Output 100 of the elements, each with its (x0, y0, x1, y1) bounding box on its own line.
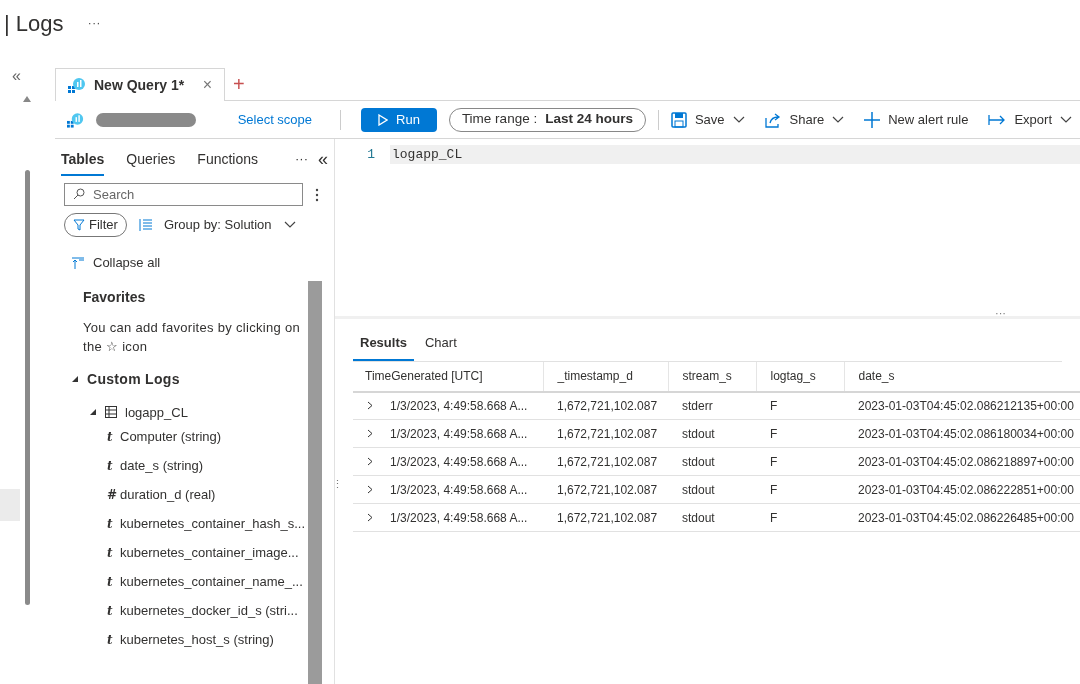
toolbar-button-label: Save (694, 110, 725, 129)
table-cell: 2023-01-03T04:45:02.086222851+00:00 (858, 482, 1074, 497)
table-cell: stdout (682, 426, 715, 441)
panel-tab[interactable]: Queries (126, 142, 176, 176)
table-cell: stdout (682, 510, 715, 525)
plus-icon (864, 111, 881, 128)
table-cell: 1,672,721,102.087 (557, 454, 658, 469)
more-button[interactable]: ··· (87, 13, 101, 33)
toolbar-button[interactable]: Save (670, 109, 745, 130)
save-icon (670, 111, 687, 128)
chevron-down-icon (283, 221, 296, 229)
column-name[interactable]: kubernetes_host_s (string) (120, 629, 274, 650)
toolbar-button[interactable]: Export (988, 109, 1072, 130)
search-icon (73, 188, 85, 200)
new-tab-button[interactable]: + (233, 74, 245, 94)
column-name[interactable]: kubernetes_container_image... (120, 542, 299, 563)
column-header[interactable]: date_s (844, 361, 1080, 392)
toolbar-button[interactable]: Share (764, 109, 845, 130)
column-header[interactable]: _timestamp_d (543, 361, 668, 392)
arrow-right-icon (988, 113, 1007, 126)
column-header[interactable]: logtag_s (756, 361, 844, 392)
more-button[interactable]: ··· (295, 149, 308, 169)
scrollbar-thumb[interactable] (24, 170, 30, 605)
toolbar-button-label: New alert rule (888, 110, 969, 129)
page-title: | Logs (4, 9, 64, 38)
scroll-up-icon[interactable] (23, 96, 31, 102)
table-cell: F (770, 398, 778, 413)
group-by-dropdown[interactable]: Group by: Solution (138, 215, 296, 235)
table-cell: 1,672,721,102.087 (557, 398, 658, 413)
splitter-handle[interactable]: ··· (995, 305, 1006, 322)
table-cell: 2023-01-03T04:45:02.086180034+00:00 (858, 426, 1074, 441)
panel-scrollbar[interactable] (308, 280, 322, 684)
logs-icon (68, 77, 86, 93)
type-icon: t (107, 630, 114, 649)
toolbar-button-label: Share (789, 110, 825, 129)
chevron-down-icon (732, 115, 745, 124)
run-button[interactable]: Run (361, 107, 437, 132)
query-tab[interactable]: New Query 1* × (55, 68, 225, 101)
funnel-icon (73, 219, 85, 231)
table-cell: F (770, 482, 778, 497)
table-cell: stdout (682, 454, 715, 469)
vertical-more-icon[interactable] (315, 187, 319, 202)
section-title: Favorites (83, 287, 147, 307)
table-cell: F (770, 426, 778, 441)
play-icon (378, 113, 388, 126)
column-name[interactable]: duration_d (real) (120, 484, 216, 505)
table-cell: 1,672,721,102.087 (557, 510, 658, 525)
column-header[interactable]: stream_s (668, 361, 756, 392)
table-icon (105, 406, 117, 419)
collapse-panel-button[interactable]: « (318, 145, 328, 173)
table-name[interactable]: logapp_CL (125, 402, 188, 422)
type-icon: t (107, 601, 114, 620)
type-icon: t (107, 514, 114, 533)
type-icon: t (107, 456, 114, 475)
pane-resize-handle[interactable]: ⋮ (332, 482, 336, 486)
table-cell-text: 1/3/2023, 4:49:58.668 A... (390, 397, 528, 415)
table-cell: 1,672,721,102.087 (557, 482, 658, 497)
expand-row-icon[interactable] (367, 457, 373, 466)
table-cell-text: 1/3/2023, 4:49:58.668 A... (390, 509, 528, 527)
tab-title: New Query 1* (94, 75, 185, 95)
list-icon (138, 219, 152, 231)
panel-tab[interactable]: Functions (197, 142, 259, 176)
select-scope-link[interactable]: Select scope (237, 109, 313, 130)
panel-tab[interactable]: Tables (61, 142, 105, 176)
expand-row-icon[interactable] (367, 401, 373, 411)
table-cell: 2023-01-03T04:45:02.086218897+00:00 (858, 454, 1074, 469)
table-cell: 2023-01-03T04:45:02.086226485+00:00 (858, 510, 1074, 525)
results-tab[interactable]: Chart (417, 329, 464, 361)
column-name[interactable]: date_s (string) (120, 455, 204, 476)
chevron-down-icon (1060, 115, 1072, 124)
table-cell: stderr (682, 398, 713, 413)
time-range-value: Last 24 hours (545, 110, 633, 129)
line-number: 1 (366, 145, 375, 164)
results-tab[interactable]: Results (353, 329, 414, 361)
search-field[interactable]: Search (64, 183, 303, 206)
expanded-triangle-icon[interactable] (71, 375, 79, 383)
type-icon: t (107, 543, 114, 562)
column-name[interactable]: Computer (string) (120, 426, 222, 447)
column-name[interactable]: kubernetes_docker_id_s (stri... (120, 600, 298, 621)
collapse-sidebar-button[interactable]: « (12, 68, 21, 84)
type-icon: t (107, 427, 114, 446)
time-range-label: Time range : (461, 110, 538, 129)
column-header[interactable]: TimeGenerated [UTC] (353, 361, 543, 392)
table-cell: 2023-01-03T04:45:02.086212135+00:00 (858, 398, 1074, 413)
collapse-all-button[interactable]: Collapse all (72, 253, 161, 273)
chevron-down-icon (832, 115, 845, 124)
expand-row-icon[interactable] (367, 429, 373, 438)
logs-icon (67, 111, 85, 128)
type-icon: t (107, 572, 114, 591)
column-name[interactable]: kubernetes_container_hash_s... (120, 513, 305, 534)
toolbar-button[interactable]: New alert rule (864, 109, 969, 130)
expand-row-icon[interactable] (367, 513, 373, 522)
expand-row-icon[interactable] (367, 485, 373, 494)
table-cell-text: 1/3/2023, 4:49:58.668 A... (390, 481, 528, 499)
favorites-hint: You can add favorites by clicking on the ☆ icon (83, 318, 301, 356)
close-tab-button[interactable]: × (202, 73, 212, 97)
expanded-triangle-icon[interactable] (89, 408, 97, 417)
toolbar-button-label: Export (1014, 110, 1052, 129)
tree-group[interactable]: Custom Logs (87, 368, 180, 390)
column-name[interactable]: kubernetes_container_name_... (120, 571, 303, 592)
